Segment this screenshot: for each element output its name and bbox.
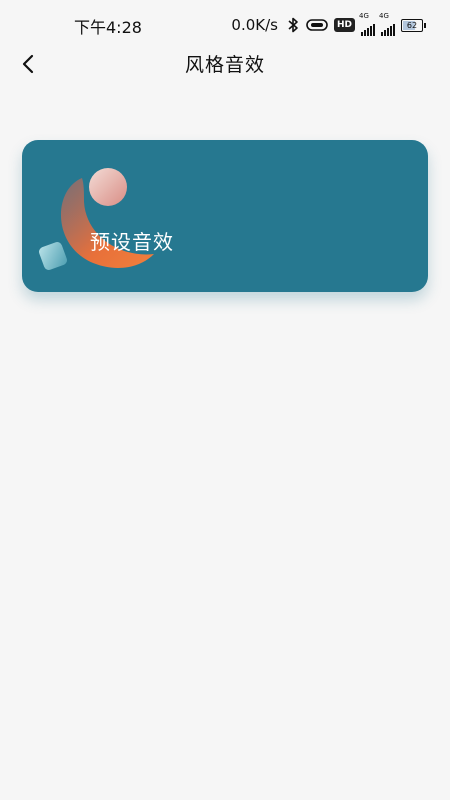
card-decoration bbox=[39, 168, 154, 270]
hd-icon: HD bbox=[333, 18, 355, 32]
status-time: 下午4:28 bbox=[74, 18, 142, 37]
preset-sound-effect-card[interactable]: 预设音效 bbox=[22, 140, 428, 292]
battery-icon: 62 bbox=[401, 18, 426, 32]
sim2-network-label: 4G bbox=[379, 12, 389, 20]
bluetooth-icon bbox=[288, 17, 298, 33]
battery-level: 62 bbox=[406, 20, 418, 30]
signal-icon: 4G bbox=[359, 12, 375, 36]
preset-sound-effect-label: 预设音效 bbox=[90, 230, 174, 254]
status-icons: 0.0K/s HD 4G 4G 62 bbox=[231, 12, 426, 36]
signal-icon-2: 4G bbox=[379, 12, 395, 36]
network-speed: 0.0K/s bbox=[231, 16, 278, 34]
page-title: 风格音效 bbox=[184, 54, 265, 76]
ball-shape bbox=[89, 168, 127, 206]
link-icon bbox=[306, 19, 328, 31]
sim1-network-label: 4G bbox=[359, 12, 369, 20]
cube-shape bbox=[39, 242, 67, 270]
status-bar: 下午4:28 0.0K/s HD 4G 4G 62 bbox=[0, 0, 450, 44]
header: 风格音效 bbox=[0, 44, 450, 84]
